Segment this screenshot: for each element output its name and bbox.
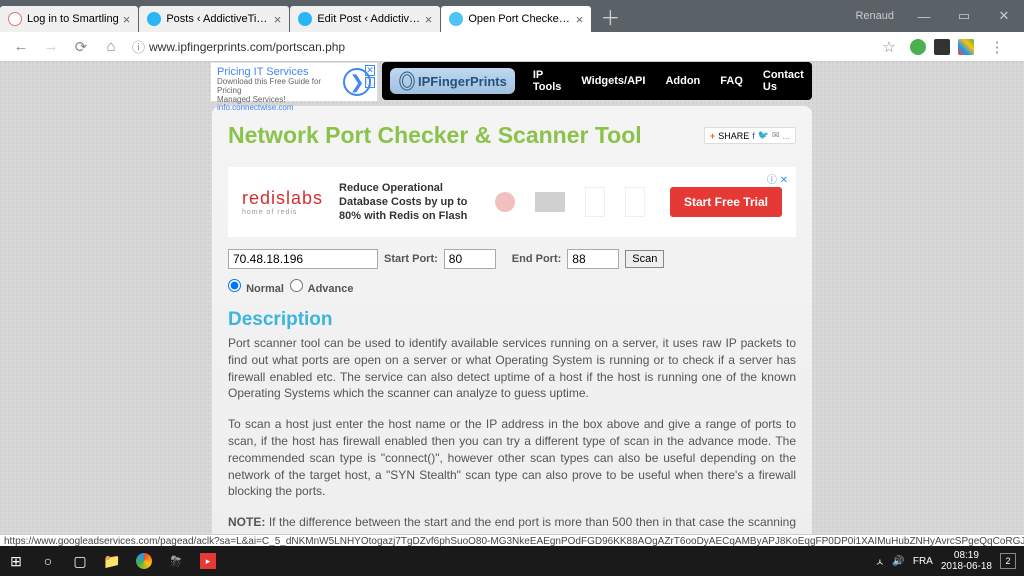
tab-favicon [147, 12, 161, 26]
description-note: NOTE: If the difference between the star… [228, 514, 796, 534]
redis-tagline: home of redis [242, 209, 323, 216]
more-icon: ... [782, 131, 790, 141]
advance-radio[interactable]: Advance [290, 279, 354, 295]
close-button[interactable]: ✕ [984, 0, 1024, 32]
minimize-button[interactable]: — [904, 0, 944, 32]
browser-tab-strip: Log in to Smartling × Posts ‹ AddictiveT… [0, 0, 1024, 32]
share-plus-icon: + [710, 131, 715, 141]
extension-icon[interactable] [934, 39, 950, 55]
description-heading: Description [228, 309, 796, 331]
redis-logo: redislabs [242, 188, 323, 208]
start-port-input[interactable] [444, 249, 496, 269]
app-icon[interactable]: ⛈ [160, 546, 192, 576]
app-icon[interactable]: ▸ [192, 546, 224, 576]
normal-radio[interactable]: Normal [228, 279, 284, 295]
tab-posts[interactable]: Posts ‹ AddictiveTips — \ × [139, 6, 289, 32]
fingerprint-icon [398, 70, 416, 92]
home-button[interactable]: ⌂ [101, 37, 121, 57]
nav-widgets[interactable]: Widgets/API [571, 75, 655, 87]
forward-button[interactable]: → [41, 37, 61, 57]
close-icon[interactable]: × [425, 12, 433, 27]
ad-controls: ⓘ ✕ [767, 171, 788, 186]
tab-favicon [8, 12, 22, 26]
redis-badge-icon [495, 192, 515, 212]
language-indicator[interactable]: FRA [913, 556, 933, 567]
site-logo[interactable]: IPFingerPrints [390, 68, 515, 94]
start-button[interactable]: ⊞ [0, 546, 32, 576]
tab-label: Posts ‹ AddictiveTips — \ [166, 13, 269, 25]
address-bar: ← → ⟳ ⌂ ⓘ www.ipfingerprints.com/portsca… [0, 32, 1024, 62]
taskbar: ⊞ ○ ▢ 📁 ⛈ ▸ ㅅ 🔊 FRA 08:19 2018-06-18 2 [0, 546, 1024, 576]
description-p2: To scan a host just enter the host name … [228, 416, 796, 500]
close-icon[interactable]: × [274, 12, 282, 27]
tab-label: Log in to Smartling [27, 13, 119, 25]
volume-icon[interactable]: 🔊 [892, 556, 904, 567]
site-nav: IPFingerPrints IP Tools Widgets/API Addo… [382, 62, 812, 100]
nav-contact[interactable]: Contact Us [753, 69, 814, 93]
menu-icon[interactable]: ⋮ [987, 37, 1007, 57]
top-ad[interactable]: Pricing IT Services Download this Free G… [210, 62, 378, 102]
end-port-label: End Port: [512, 253, 562, 265]
share-button[interactable]: + SHARE f 🐦 ✉ ... [704, 127, 796, 144]
email-icon: ✉ [772, 130, 780, 141]
page-title: Network Port Checker & Scanner Tool [228, 122, 642, 149]
tray-expand-icon[interactable]: ㅅ [875, 554, 884, 569]
tab-favicon [298, 12, 312, 26]
ad-graphics [469, 187, 670, 217]
ad-text: Reduce Operational Database Costs by up … [339, 181, 469, 224]
tab-favicon [449, 12, 463, 26]
nav-faq[interactable]: FAQ [710, 75, 753, 87]
scan-button[interactable]: Scan [625, 250, 664, 268]
page-content: Pricing IT Services Download this Free G… [0, 62, 1024, 534]
ad-close-icon[interactable]: ✕ [780, 175, 788, 186]
explorer-icon[interactable]: 📁 [96, 546, 128, 576]
notifications-icon[interactable]: 2 [1000, 553, 1016, 569]
tab-smartling[interactable]: Log in to Smartling × [0, 6, 138, 32]
tab-label: Open Port Checker & Sca [468, 13, 571, 25]
scan-form: Start Port: End Port: Scan [228, 249, 796, 269]
extension-icons: ⋮ [904, 37, 1018, 57]
window-controls: — ▭ ✕ [904, 0, 1024, 32]
tab-label: Edit Post ‹ AddictiveTips [317, 13, 420, 25]
status-bar: https://www.googleadservices.com/pagead/… [0, 534, 1024, 546]
close-icon[interactable]: × [123, 12, 131, 27]
taskview-icon[interactable]: ▢ [64, 546, 96, 576]
logo-text: IPFingerPrints [418, 74, 507, 89]
nav-addon[interactable]: Addon [655, 75, 710, 87]
new-tab-button[interactable]: ＋ [592, 2, 628, 31]
maximize-button[interactable]: ▭ [944, 0, 984, 32]
ad-close-icon[interactable]: ✕ [365, 65, 375, 76]
ad-cta-button[interactable]: Start Free Trial [670, 187, 782, 217]
nav-iptools[interactable]: IP Tools [523, 69, 572, 93]
cortana-icon[interactable]: ○ [32, 546, 64, 576]
twitter-icon: 🐦 [758, 130, 769, 141]
facebook-icon: f [752, 131, 755, 141]
reload-button[interactable]: ⟳ [71, 37, 91, 57]
close-icon[interactable]: × [576, 12, 584, 27]
url-text: www.ipfingerprints.com/portscan.php [149, 40, 345, 54]
extension-icon[interactable] [910, 39, 926, 55]
extension-icon[interactable] [958, 39, 974, 55]
chrome-icon[interactable] [128, 546, 160, 576]
banner-ad[interactable]: redislabs home of redis Reduce Operation… [228, 167, 796, 237]
bookmark-star-icon[interactable]: ☆ [879, 37, 899, 57]
start-port-label: Start Port: [384, 253, 438, 265]
url-input[interactable]: ⓘ www.ipfingerprints.com/portscan.php [126, 37, 874, 56]
description-p1: Port scanner tool can be used to identif… [228, 335, 796, 402]
window-user[interactable]: Renaud [855, 10, 894, 22]
ad-info-icon[interactable]: ⓘ [365, 77, 375, 88]
site-info-icon[interactable]: ⓘ [132, 37, 145, 56]
tab-portchecker[interactable]: Open Port Checker & Sca × [441, 6, 591, 32]
mode-radios: Normal Advance [228, 279, 796, 295]
ip-input[interactable] [228, 249, 378, 269]
tab-editpost[interactable]: Edit Post ‹ AddictiveTips × [290, 6, 440, 32]
end-port-input[interactable] [567, 249, 619, 269]
main-card: Network Port Checker & Scanner Tool + SH… [212, 106, 812, 534]
ad-info-icon[interactable]: ⓘ [767, 175, 777, 186]
clock[interactable]: 08:19 2018-06-18 [941, 550, 992, 572]
back-button[interactable]: ← [11, 37, 31, 57]
